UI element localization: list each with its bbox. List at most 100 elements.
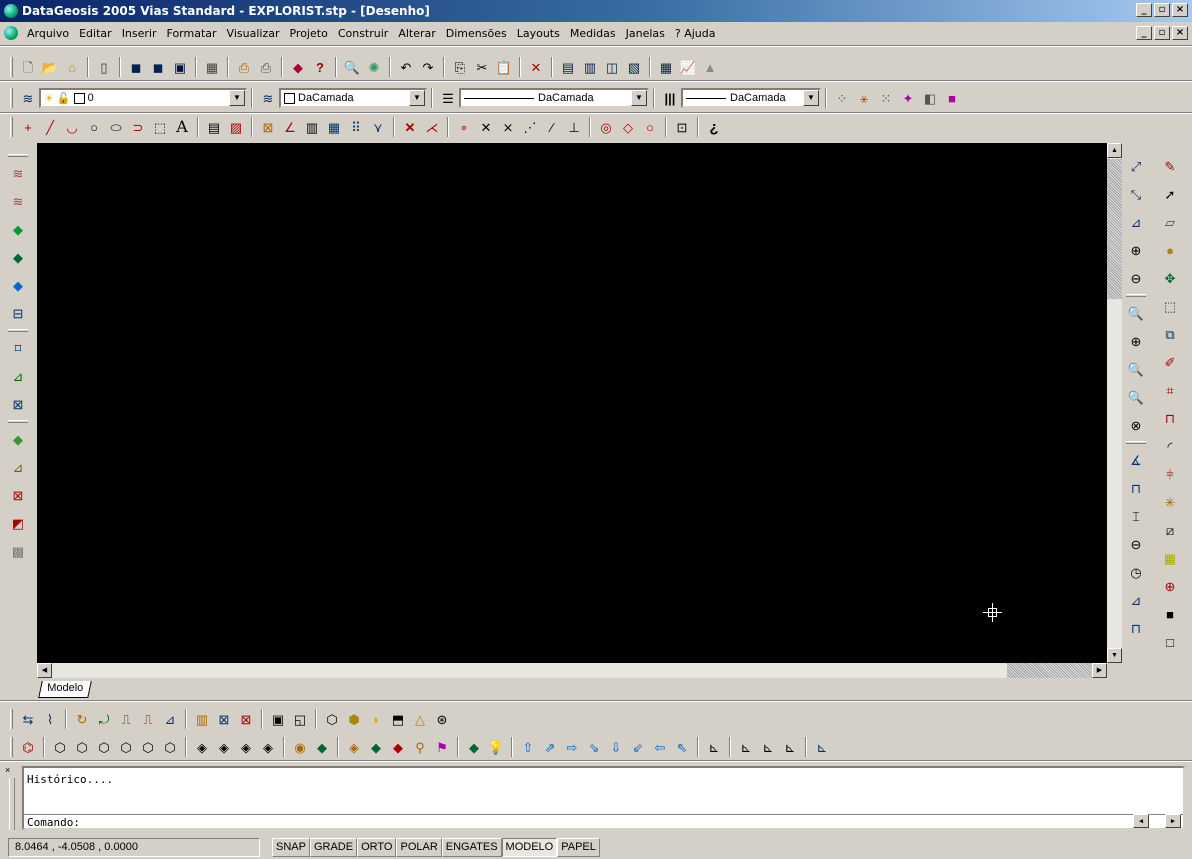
cad-book-icon[interactable]: ▥ <box>192 709 212 729</box>
document-icon[interactable] <box>4 26 18 40</box>
view-right-icon[interactable]: ⬡ <box>116 737 136 757</box>
undo-icon[interactable]: ↶ <box>396 57 416 77</box>
view-left-icon[interactable]: ⬡ <box>94 737 114 757</box>
curve-edit-icon[interactable]: ⤾ <box>94 709 114 729</box>
properties-icon[interactable]: ✎ <box>1160 156 1180 176</box>
menu-dimensoes[interactable]: Dimensões <box>441 27 512 40</box>
linetype-select[interactable]: DaCamada ▼ <box>459 88 649 108</box>
save-all-icon[interactable]: ◼ <box>126 57 146 77</box>
pan-right-icon[interactable]: ⇨ <box>562 737 582 757</box>
profile-chart-icon[interactable]: ⌇ <box>40 709 60 729</box>
menu-formatar[interactable]: Formatar <box>162 27 222 40</box>
snap-extension-icon[interactable]: ⋰ <box>520 117 540 137</box>
grid-icon[interactable]: ▦ <box>324 117 344 137</box>
angle-icon[interactable]: ∠ <box>280 117 300 137</box>
view-back-icon[interactable]: ⬡ <box>160 737 180 757</box>
open-folder-icon[interactable]: 📂 <box>40 57 60 77</box>
terrain-edit-icon[interactable]: ◆ <box>8 247 28 267</box>
ucs-world-icon[interactable]: ⊾ <box>736 737 756 757</box>
stretch-icon[interactable]: ⌗ <box>1160 380 1180 400</box>
horizontal-scrollbar[interactable]: ◀ ▶ <box>37 663 1107 678</box>
cut-fill-icon[interactable]: ⊠ <box>8 485 28 505</box>
iso-sw-icon[interactable]: ◈ <box>192 737 212 757</box>
window-cascade-icon[interactable]: ▧ <box>624 57 644 77</box>
close-icon[interactable]: × <box>5 766 10 775</box>
context-help-icon[interactable]: ¿ <box>704 117 724 137</box>
lineweight-icon[interactable]: ||| <box>660 88 680 108</box>
ungroup-icon[interactable]: ⚹ <box>854 88 874 108</box>
3d-orbit-icon[interactable]: ⌬ <box>18 737 38 757</box>
zoom-in-icon[interactable]: ⊕ <box>1126 240 1146 260</box>
snap-center-icon[interactable]: ◎ <box>596 117 616 137</box>
open-project-icon[interactable]: ⌂ <box>62 57 82 77</box>
papel-toggle[interactable]: PAPEL <box>557 838 600 857</box>
erase-icon[interactable]: ▱ <box>1160 212 1180 232</box>
move-icon[interactable]: ✥ <box>1160 268 1180 288</box>
doc-minimize-button[interactable]: _ <box>1136 26 1152 40</box>
help-icon[interactable]: ? <box>310 57 330 77</box>
cut-icon[interactable]: ✂ <box>472 57 492 77</box>
break-icon[interactable]: ⊓ <box>1160 408 1180 428</box>
snap-quadrant-icon[interactable]: ◇ <box>618 117 638 137</box>
menu-arquivo[interactable]: Arquivo <box>22 27 74 40</box>
close-button[interactable]: × <box>1172 3 1188 17</box>
measure-area-icon[interactable]: ⊿ <box>1126 590 1146 610</box>
layer-match-icon[interactable]: ≋ <box>258 88 278 108</box>
profile-icon[interactable]: ⊟ <box>8 303 28 323</box>
group-icon[interactable]: ⁘ <box>832 88 852 108</box>
chevron-down-icon[interactable]: ▼ <box>409 90 425 106</box>
menu-alterar[interactable]: Alterar <box>393 27 440 40</box>
light-icon[interactable]: ⚲ <box>410 737 430 757</box>
polyline-icon[interactable]: ⊃ <box>128 117 148 137</box>
circle-icon[interactable]: ○ <box>84 117 104 137</box>
tab-modelo[interactable]: Modelo <box>38 681 92 698</box>
cad-cut-icon[interactable]: ⊠ <box>236 709 256 729</box>
scale-icon[interactable]: ⧉ <box>1160 324 1180 344</box>
scene-icon[interactable]: ⚑ <box>432 737 452 757</box>
pick-icon[interactable]: ➚ <box>1160 184 1180 204</box>
extend-icon[interactable]: ▦ <box>1160 548 1180 568</box>
vertical-scrollbar[interactable]: ▲ ▼ <box>1107 143 1122 663</box>
chevron-down-icon[interactable]: ▼ <box>803 90 819 106</box>
section-icon[interactable]: ⊿ <box>160 709 180 729</box>
zoom-out-icon[interactable]: ⊖ <box>1126 268 1146 288</box>
save-icon[interactable]: ▣ <box>170 57 190 77</box>
engates-toggle[interactable]: ENGATES <box>441 838 502 857</box>
iso-ne-icon[interactable]: ◈ <box>236 737 256 757</box>
delete-icon[interactable]: ✕ <box>400 117 420 137</box>
solid-2-icon[interactable]: ⬢ <box>344 709 364 729</box>
mirror-icon[interactable]: ⫩ <box>1160 464 1180 484</box>
scroll-left-icon[interactable]: ◀ <box>37 663 52 678</box>
scroll-down-icon[interactable]: ▼ <box>1107 648 1122 663</box>
view-top-icon[interactable]: ⬡ <box>50 737 70 757</box>
chart-icon[interactable]: 📈 <box>678 57 698 77</box>
print-icon[interactable]: ⎙ <box>256 57 276 77</box>
scroll-thumb[interactable] <box>1107 159 1122 299</box>
maximize-button[interactable]: ▫ <box>1154 3 1170 17</box>
region-icon[interactable]: ▨ <box>226 117 246 137</box>
walk-icon[interactable]: ◆ <box>312 737 332 757</box>
zoom-previous-icon[interactable]: 🔍 <box>1126 359 1146 379</box>
snap-toggle[interactable]: SNAP <box>272 838 310 857</box>
tools-icon[interactable]: ✕ <box>526 57 546 77</box>
point-icon[interactable]: + <box>18 117 38 137</box>
volume-icon[interactable]: ◩ <box>8 513 28 533</box>
layers-icon[interactable]: ≋ <box>18 88 38 108</box>
pattern-icon[interactable]: ▩ <box>8 541 28 561</box>
zoom-window-icon[interactable]: 🔍 <box>1126 303 1146 323</box>
ruler-icon[interactable]: ▥ <box>302 117 322 137</box>
palette-icon[interactable]: ■ <box>942 88 962 108</box>
zoom-all-icon[interactable]: ⊗ <box>1126 415 1146 435</box>
landscape-icon[interactable]: ◆ <box>464 737 484 757</box>
table-icon[interactable]: ▦ <box>656 57 676 77</box>
contour-icon[interactable]: ≋ <box>8 163 28 183</box>
window-v-icon[interactable]: ◫ <box>602 57 622 77</box>
pan-upleft-icon[interactable]: ⇖ <box>672 737 692 757</box>
material-icon[interactable]: ◆ <box>388 737 408 757</box>
snap-tangent-icon[interactable]: ○ <box>640 117 660 137</box>
scroll-right-icon[interactable]: ▶ <box>1165 814 1181 828</box>
cone-icon[interactable]: △ <box>410 709 430 729</box>
save-as-icon[interactable]: ◼ <box>148 57 168 77</box>
iso-se-icon[interactable]: ◈ <box>214 737 234 757</box>
pan-downleft-icon[interactable]: ⇙ <box>628 737 648 757</box>
